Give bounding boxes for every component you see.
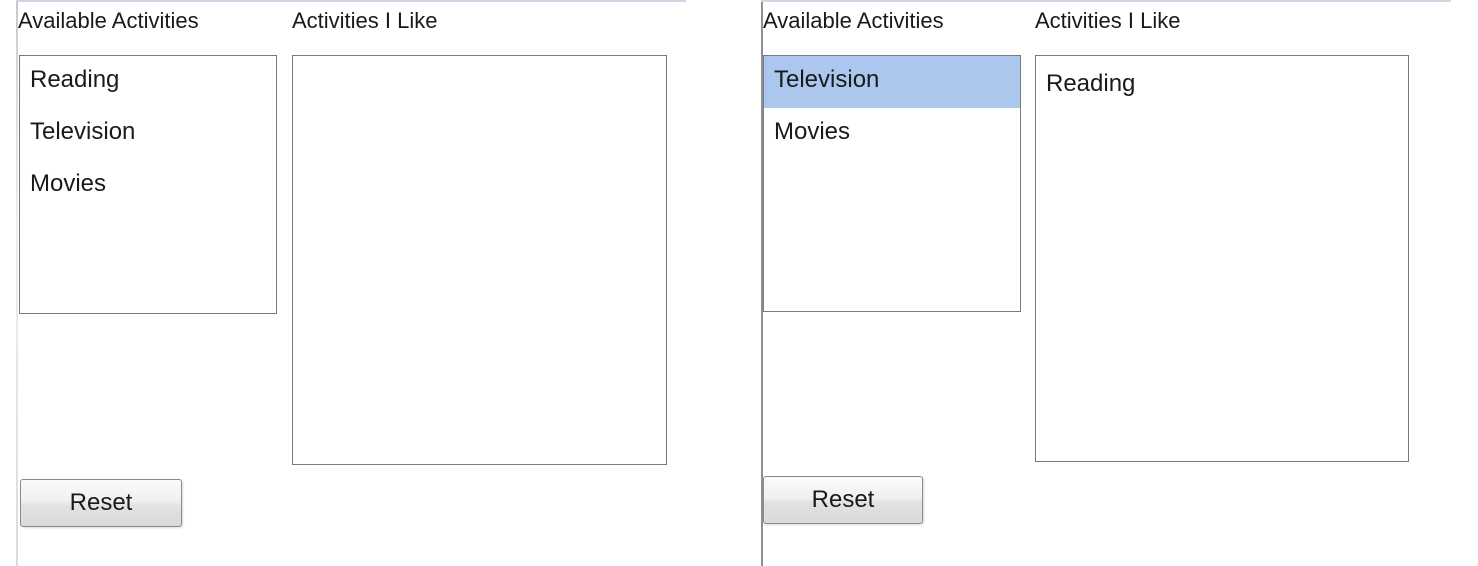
list-item-reading[interactable]: Reading <box>1036 56 1408 108</box>
reset-button[interactable]: Reset <box>763 476 923 524</box>
list-item-television[interactable]: Television <box>20 108 276 160</box>
liked-activities-label: Activities I Like <box>292 8 438 33</box>
list-item-movies[interactable]: Movies <box>20 160 276 212</box>
window-top-edge <box>16 0 686 2</box>
available-activities-list[interactable]: Television Movies <box>763 55 1021 312</box>
liked-activities-label: Activities I Like <box>1035 8 1181 33</box>
available-activities-label: Available Activities <box>763 8 944 33</box>
window-edge <box>16 0 18 566</box>
available-activities-list[interactable]: Reading Television Movies <box>19 55 277 314</box>
liked-activities-list[interactable] <box>292 55 667 465</box>
list-item-reading[interactable]: Reading <box>20 56 276 108</box>
list-item-television[interactable]: Television <box>764 56 1020 108</box>
reset-button[interactable]: Reset <box>20 479 182 527</box>
list-item-movies[interactable]: Movies <box>764 108 1020 160</box>
liked-activities-list[interactable]: Reading <box>1035 55 1409 462</box>
available-activities-label: Available Activities <box>18 8 199 33</box>
activity-form-before: Available Activities Activities I Like R… <box>0 0 700 566</box>
window-top-edge <box>761 0 1451 2</box>
activity-form-after: Available Activities Activities I Like T… <box>745 0 1478 566</box>
